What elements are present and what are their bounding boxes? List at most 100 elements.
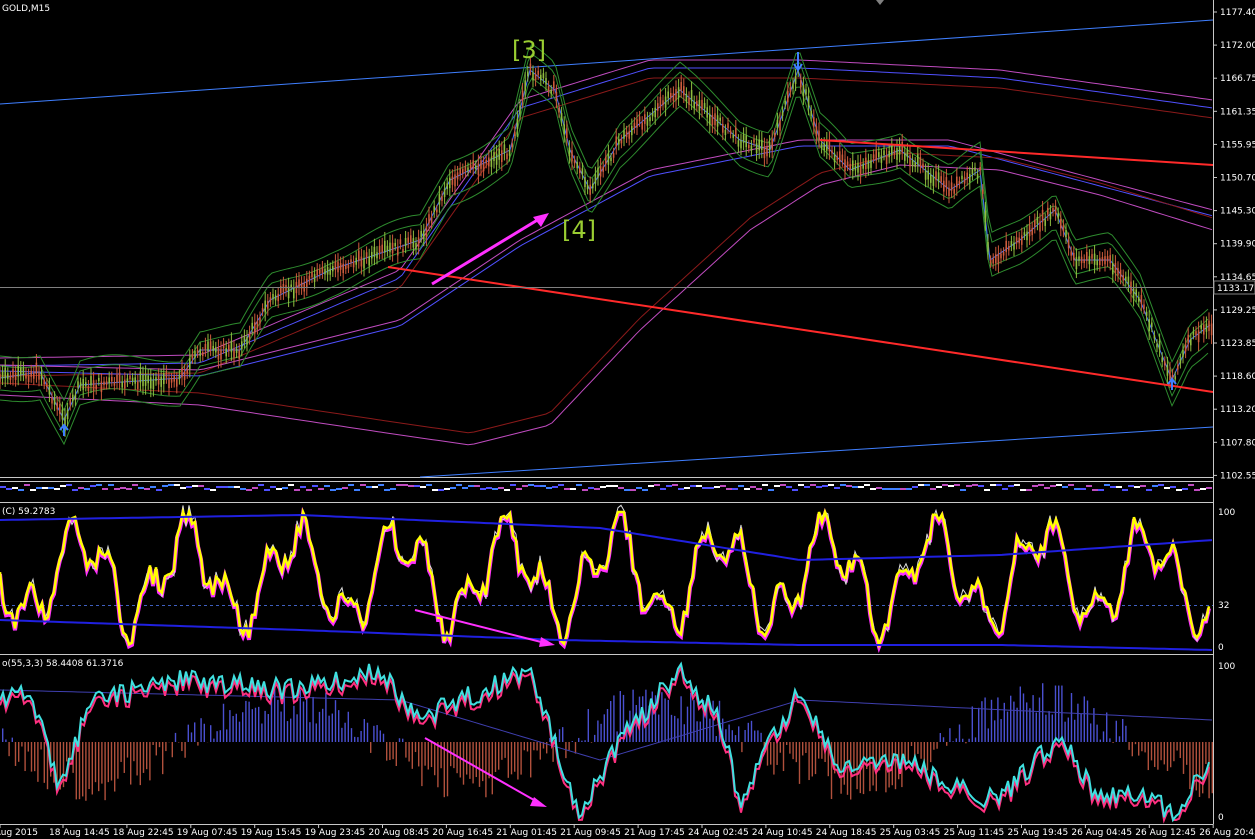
candle-body <box>813 117 815 127</box>
histogram-bar <box>286 721 289 742</box>
strip-segment <box>870 488 876 490</box>
strip-segment <box>726 488 732 490</box>
histogram-bar <box>1042 683 1044 742</box>
histogram-bar <box>920 742 922 759</box>
histogram-bar <box>699 721 701 742</box>
candle-body <box>124 379 126 389</box>
candle-body <box>740 140 742 149</box>
histogram-bar <box>958 724 961 742</box>
candle-body <box>547 86 550 92</box>
candle-body <box>235 348 238 353</box>
histogram-bar <box>754 730 756 742</box>
strip-segment <box>246 489 252 491</box>
strip-segment <box>768 489 774 491</box>
candle-body <box>1203 324 1205 335</box>
histogram-bar <box>357 737 359 742</box>
histogram-bar <box>139 742 141 786</box>
histogram-bar <box>37 742 39 782</box>
strip-segment <box>612 485 618 487</box>
candle-body <box>542 73 545 79</box>
candle-body <box>417 237 420 247</box>
candle-body <box>620 139 623 144</box>
candle-body <box>763 146 766 159</box>
histogram-bar <box>242 712 244 742</box>
candle-body <box>428 214 430 224</box>
histogram-bar <box>347 711 349 742</box>
candle-body <box>995 254 997 264</box>
strip-segment <box>894 488 900 490</box>
price-label: 1102.55 <box>1220 471 1255 481</box>
histogram-bar <box>466 742 468 775</box>
candle-body <box>841 154 844 161</box>
candle-body <box>308 275 311 280</box>
strip-segment <box>570 488 576 490</box>
strip-segment <box>162 485 168 487</box>
histogram-bar <box>472 742 474 784</box>
candle-body <box>215 347 217 353</box>
candle-body <box>1192 331 1195 335</box>
candle-body <box>950 182 953 191</box>
strip-segment <box>300 486 306 488</box>
histogram-bar <box>997 697 999 742</box>
histogram-bar <box>8 742 10 757</box>
candle-body <box>1005 240 1007 253</box>
candle-body <box>979 166 981 171</box>
histogram-bar <box>338 710 340 742</box>
candle-body <box>1109 255 1111 264</box>
strip-segment <box>1002 488 1008 490</box>
candle-body <box>641 122 643 130</box>
histogram-bar <box>994 720 996 742</box>
candle-body <box>839 151 841 162</box>
candle-body <box>394 243 396 247</box>
candle-body <box>92 380 95 392</box>
chart-area[interactable]: GOLD,M15 [3] [4] 1177.401172.001166.7511… <box>0 0 1255 839</box>
candle-body <box>1039 221 1041 232</box>
histogram-bar <box>1099 739 1101 742</box>
candle-body <box>1010 241 1013 246</box>
histogram-bar <box>600 723 602 742</box>
candle-body <box>490 157 493 167</box>
histogram-bar <box>219 730 221 742</box>
candle-body <box>1125 276 1127 282</box>
strip-segment <box>84 488 90 490</box>
strip-segment <box>888 488 894 490</box>
strip-segment <box>672 484 678 486</box>
candle-body <box>282 284 285 293</box>
candle-body <box>969 173 971 183</box>
candle-body <box>612 153 615 158</box>
histogram-bar <box>946 742 948 746</box>
candle-body <box>254 322 256 334</box>
candle-body <box>566 128 568 138</box>
candle-body <box>170 378 173 383</box>
indicator-2-title: o(55,3,3) 58.4408 61.3716 <box>2 659 124 669</box>
candle-body <box>529 63 532 70</box>
candle-body <box>433 206 435 212</box>
histogram-bar <box>110 742 113 781</box>
strip-segment <box>960 489 966 491</box>
histogram-bar <box>1086 700 1089 742</box>
histogram-bar <box>1026 702 1028 742</box>
histogram-bar <box>85 742 87 801</box>
candle-body <box>454 174 456 187</box>
strip-segment <box>222 486 228 488</box>
histogram-bar <box>536 742 538 751</box>
candle-body <box>1054 206 1057 215</box>
candle-body <box>90 376 92 386</box>
candle-body <box>1184 344 1187 352</box>
time-label: 20 Aug 16:45 <box>432 828 493 838</box>
time-label: 25 Aug 11:45 <box>944 828 1005 838</box>
candle-body <box>948 187 950 197</box>
candle-body <box>1127 276 1130 285</box>
candle-body <box>878 152 880 157</box>
candle-body <box>311 271 313 278</box>
candle-body <box>1179 359 1182 364</box>
candle-body <box>631 126 633 136</box>
histogram-bar <box>894 742 897 790</box>
strip-segment <box>6 488 12 490</box>
histogram-bar <box>965 742 967 744</box>
histogram-bar <box>645 689 647 742</box>
strip-segment <box>534 485 540 487</box>
histogram-bar <box>1010 695 1012 742</box>
price-label: 1123.85 <box>1220 339 1255 349</box>
histogram-bar <box>40 742 42 750</box>
